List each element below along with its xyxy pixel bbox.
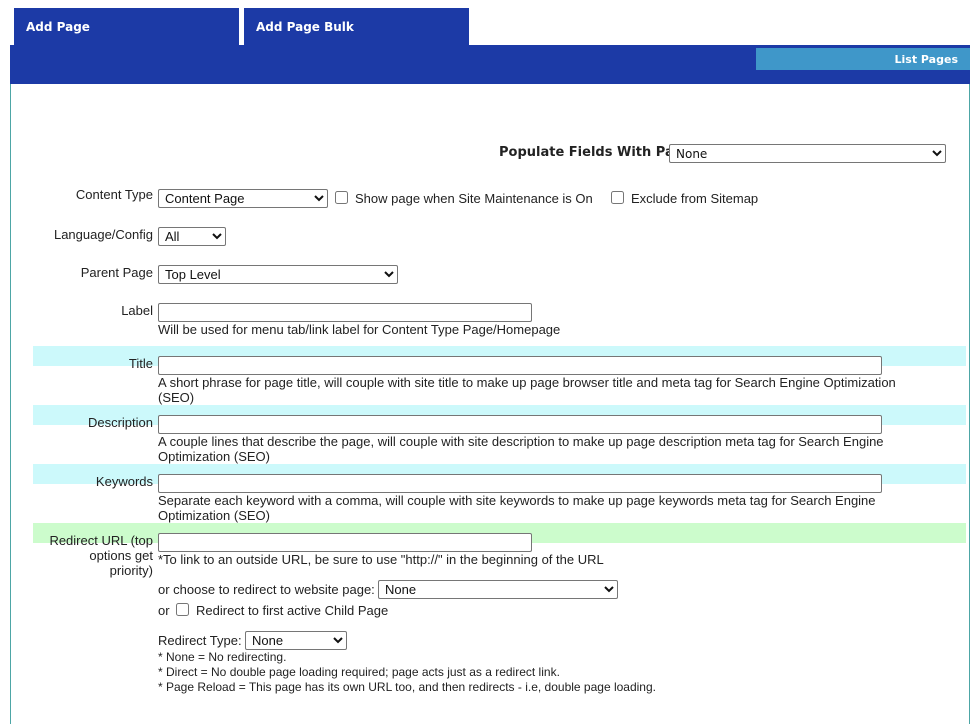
label-field-label: Label bbox=[121, 303, 153, 318]
language-select[interactable]: All bbox=[158, 227, 226, 246]
redirect-note-direct: * Direct = No double page loading requir… bbox=[158, 665, 560, 679]
redirect-child-label: Redirect to first active Child Page bbox=[196, 603, 389, 618]
redirect-choose-label: or choose to redirect to website page: bbox=[158, 582, 375, 597]
exclude-sitemap-label: Exclude from Sitemap bbox=[631, 191, 759, 206]
redirect-page-select[interactable]: None bbox=[378, 580, 618, 599]
redirect-or-label: or bbox=[158, 603, 170, 618]
redirect-label-line2: options get bbox=[89, 548, 153, 563]
redirect-child-checkbox[interactable] bbox=[176, 603, 189, 617]
tab-list-pages[interactable]: List Pages bbox=[756, 48, 970, 70]
description-help-line2: Optimization (SEO) bbox=[158, 449, 270, 464]
redirect-note-reload: * Page Reload = This page has its own UR… bbox=[158, 680, 656, 694]
keywords-input[interactable] bbox=[158, 474, 882, 493]
populate-label: Populate Fields With Page: bbox=[499, 145, 698, 160]
exclude-sitemap-checkbox[interactable] bbox=[611, 191, 624, 205]
description-input[interactable] bbox=[158, 415, 882, 434]
redirect-label-line1: Redirect URL (top bbox=[49, 533, 153, 548]
title-label: Title bbox=[128, 356, 153, 371]
form-panel bbox=[10, 84, 970, 724]
title-input[interactable] bbox=[158, 356, 882, 375]
parent-page-select[interactable]: Top Level bbox=[158, 265, 398, 284]
keywords-help-line2: Optimization (SEO) bbox=[158, 508, 270, 523]
description-label: Description bbox=[87, 415, 153, 430]
maintenance-label: Show page when Site Maintenance is On bbox=[355, 191, 593, 206]
title-help-line2: (SEO) bbox=[158, 390, 195, 405]
label-input[interactable] bbox=[158, 303, 532, 322]
populate-select[interactable]: None bbox=[669, 144, 946, 163]
redirect-note-none: * None = No redirecting. bbox=[158, 650, 287, 664]
redirect-label: Redirect URL (top options get priority) bbox=[13, 533, 153, 578]
language-label: Language/Config bbox=[53, 227, 153, 242]
redirect-help: *To link to an outside URL, be sure to u… bbox=[158, 552, 604, 567]
redirect-label-line3: priority) bbox=[109, 563, 153, 578]
description-help-line1: A couple lines that describe the page, w… bbox=[158, 434, 884, 449]
parent-page-label: Parent Page bbox=[80, 265, 153, 280]
tab-add-page[interactable]: Add Page bbox=[14, 8, 239, 45]
tab-add-page-bulk[interactable]: Add Page Bulk bbox=[244, 8, 469, 45]
content-type-select[interactable]: Content Page bbox=[158, 189, 328, 208]
title-help-line1: A short phrase for page title, will coup… bbox=[158, 375, 896, 390]
keywords-label: Keywords bbox=[95, 474, 153, 489]
redirect-type-select[interactable]: None bbox=[245, 631, 347, 650]
maintenance-checkbox[interactable] bbox=[335, 191, 348, 205]
content-type-label: Content Type bbox=[75, 187, 153, 202]
label-help: Will be used for menu tab/link label for… bbox=[158, 322, 561, 337]
keywords-help-line1: Separate each keyword with a comma, will… bbox=[158, 493, 876, 508]
redirect-url-input[interactable] bbox=[158, 533, 532, 552]
redirect-type-label: Redirect Type: bbox=[158, 633, 242, 648]
